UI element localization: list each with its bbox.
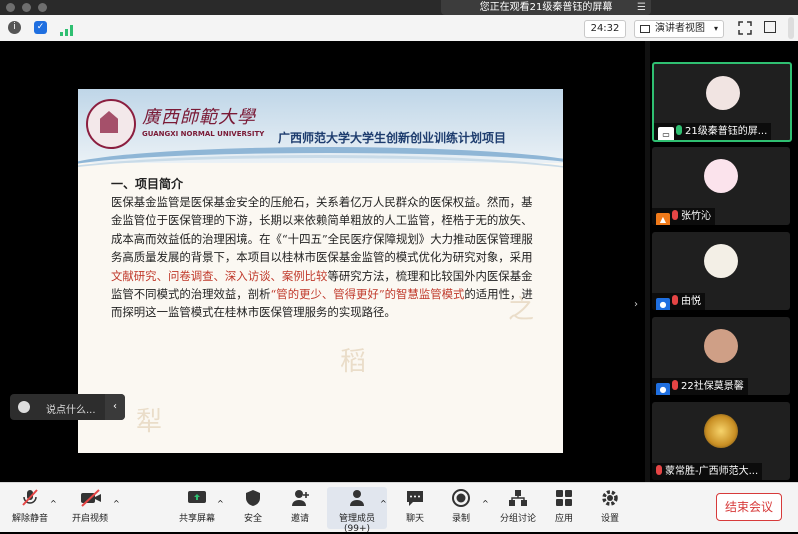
participant-tile[interactable]: ● 22社保莫景馨 — [652, 317, 790, 395]
info-icon[interactable]: i — [8, 21, 21, 34]
viewing-text: 您正在观看21级秦普钰的屏幕 — [479, 2, 613, 13]
avatar — [704, 414, 738, 448]
settings-button[interactable]: 设置 — [580, 487, 640, 529]
calligraphy-watermark: 犁 — [136, 407, 163, 437]
record-label: 录制 — [451, 514, 470, 524]
participant-name-tag: 蒙常胜-广西师范大... — [652, 463, 763, 480]
project-title: 广西师范大学大学生创新创业训练计划项目 — [278, 131, 507, 145]
highlight-methods: 文献研究、问卷调查、深入访谈、案例比较 — [111, 268, 328, 283]
record-button[interactable]: 录制 — [431, 487, 491, 529]
meeting-top-toolbar: i ✓ 24:32 演讲者视图 ▾ — [0, 15, 798, 42]
close-window-button[interactable] — [6, 3, 15, 12]
university-name-en: GUANGXI NORMAL UNIVERSITY — [142, 130, 265, 138]
participant-tile[interactable]: ▲ 张竹沁 — [652, 147, 790, 225]
shield-check-icon[interactable]: ✓ — [34, 21, 47, 34]
avatar — [704, 159, 738, 193]
calligraphy-watermark: 稻 — [340, 347, 367, 377]
meeting-controls-bar: 解除静音 ^ 开启视频 ^ 共享屏幕 ^ 安全 邀请 管理成员(99+) ^ 聊… — [0, 482, 798, 534]
meeting-timer: 24:32 — [584, 20, 626, 38]
chevron-right-icon[interactable]: › — [634, 299, 638, 310]
emoji-icon[interactable] — [18, 401, 30, 413]
share-screen-icon — [187, 489, 207, 507]
video-options-chevron-icon[interactable]: ^ — [113, 499, 120, 508]
chat-icon — [405, 489, 425, 507]
record-icon — [451, 489, 471, 507]
audio-options-chevron-icon[interactable]: ^ — [50, 499, 57, 508]
university-name-cn: 廣西師範大學 — [142, 107, 256, 128]
fullscreen-icon[interactable] — [738, 20, 752, 35]
presentation-slide: 廣西師範大學 GUANGXI NORMAL UNIVERSITY 广西师范大学大… — [78, 89, 563, 453]
unmute-label: 解除静音 — [11, 514, 48, 524]
view-mode-label: 演讲者视图 — [655, 23, 705, 34]
video-off-icon — [80, 489, 101, 507]
participant-name: 21级秦普钰的屏... — [685, 126, 768, 137]
participant-name-tag: ▭ 21级秦普钰的屏... — [654, 123, 772, 140]
participant-tile[interactable]: ● 由悦 — [652, 232, 790, 310]
participant-name: 蒙常胜-广西师范大... — [665, 466, 759, 477]
participant-name-tag: ● 22社保莫景馨 — [652, 378, 748, 395]
settings-label: 设置 — [600, 514, 619, 524]
avatar — [704, 329, 738, 363]
host-icon: ▲ — [656, 213, 670, 225]
user-icon: ● — [656, 298, 670, 310]
quick-chat-input[interactable]: 说点什么... ‹ — [10, 394, 125, 420]
mic-muted-icon — [672, 210, 678, 220]
video-label: 开启视频 — [71, 514, 108, 524]
start-video-button[interactable]: 开启视频 — [60, 487, 120, 529]
participant-name: 由悦 — [681, 296, 701, 307]
zoom-window-button[interactable] — [38, 3, 47, 12]
shield-icon — [243, 489, 263, 507]
share-screen-button[interactable]: 共享屏幕 — [167, 487, 227, 529]
mic-on-icon — [676, 125, 682, 135]
mic-muted-icon — [672, 380, 678, 390]
add-user-icon — [290, 489, 310, 507]
slide-body-text: 医保基金监管是医保基金安全的压舱石，关系着亿万人民群众的医保权益。然而，基金监管… — [111, 193, 541, 322]
signal-strength-icon[interactable] — [60, 21, 74, 36]
share-label: 共享屏幕 — [178, 514, 215, 524]
viewing-screen-indicator[interactable]: 您正在观看21级秦普钰的屏幕 ☰ — [441, 0, 651, 15]
avatar — [704, 244, 738, 278]
gear-icon — [600, 489, 620, 507]
shared-screen-area: 廣西師範大學 GUANGXI NORMAL UNIVERSITY 广西师范大学大… — [0, 41, 645, 482]
invite-button[interactable]: 邀请 — [270, 487, 330, 529]
speaker-view-icon — [640, 25, 650, 33]
participant-tile[interactable]: ▭ 21级秦普钰的屏... — [652, 62, 792, 142]
minimize-window-button[interactable] — [22, 3, 31, 12]
section-title: 一、项目简介 — [111, 177, 184, 191]
screen-share-icon: ▭ — [658, 127, 674, 140]
participant-tile[interactable]: 蒙常胜-广西师范大... — [652, 402, 790, 480]
university-seal-logo — [86, 99, 136, 149]
mic-muted-icon — [20, 489, 40, 507]
participants-icon — [347, 489, 367, 507]
highlight-model: “管的更少、管得更好”的智慧监管模式 — [270, 287, 465, 302]
unmute-button[interactable]: 解除静音 — [0, 487, 60, 529]
title-bar: 您正在观看21级秦普钰的屏幕 ☰ — [0, 0, 798, 15]
view-mode-select[interactable]: 演讲者视图 ▾ — [634, 20, 724, 38]
end-meeting-button[interactable]: 结束会议 — [716, 493, 782, 521]
breakout-rooms-icon — [508, 489, 528, 507]
invite-label: 邀请 — [290, 514, 309, 524]
avatar — [706, 76, 740, 110]
mic-muted-icon — [656, 465, 662, 475]
menu-icon[interactable]: ☰ — [637, 0, 646, 15]
scrollbar-track[interactable] — [788, 17, 794, 39]
body-text: 医保基金监管是医保基金安全的压舱石，关系着亿万人民群众的医保权益。然而，基金监管… — [111, 195, 533, 265]
participant-gallery: ▭ 21级秦普钰的屏... ▲ 张竹沁 ● 由悦 ● 22社保莫景馨 蒙常胜-广西师范大… — [650, 41, 798, 482]
chevron-left-icon[interactable]: ‹ — [105, 394, 125, 420]
chevron-down-icon: ▾ — [713, 24, 718, 33]
apps-icon — [554, 489, 574, 507]
mic-muted-icon — [672, 295, 678, 305]
chat-placeholder: 说点什么... — [46, 405, 96, 416]
manage-members-button[interactable]: 管理成员(99+) — [327, 487, 387, 534]
participant-name: 22社保莫景馨 — [681, 381, 744, 392]
participant-name-tag: ▲ 张竹沁 — [652, 208, 715, 225]
user-icon: ● — [656, 383, 670, 395]
participant-name: 张竹沁 — [681, 211, 711, 222]
participant-name-tag: ● 由悦 — [652, 293, 705, 310]
sidebar-layout-icon[interactable] — [764, 21, 776, 33]
